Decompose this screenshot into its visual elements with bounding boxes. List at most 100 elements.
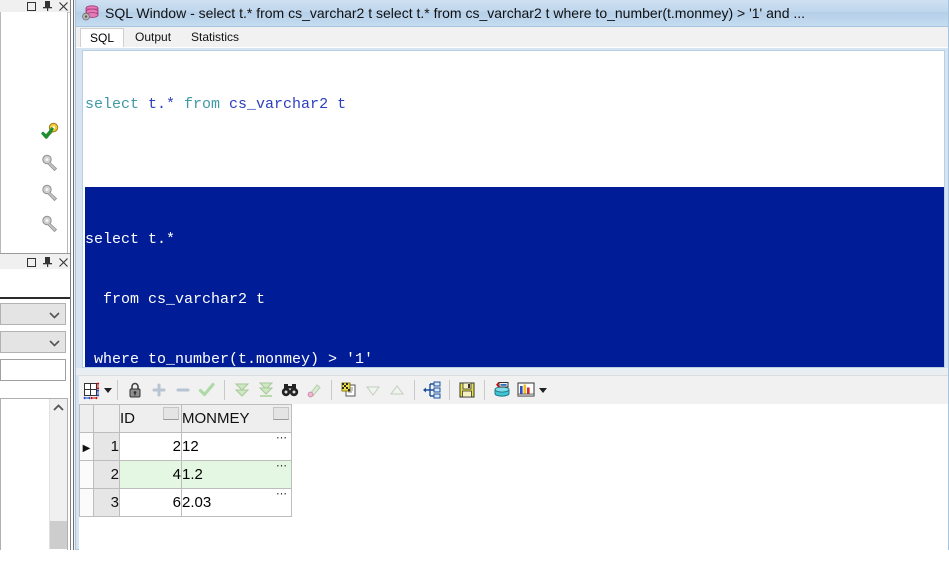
row-number: 1 <box>93 432 120 461</box>
sql-keyword: from <box>175 96 221 113</box>
pin-icon[interactable] <box>42 257 52 267</box>
column-resize-grip[interactable] <box>163 407 179 420</box>
sql-identifier: cs_varchar2 t <box>220 96 347 113</box>
lock-icon[interactable] <box>123 378 147 402</box>
cell-value: 2.03 <box>182 494 212 511</box>
row-marker: ▶ <box>79 432 94 461</box>
restore-icon[interactable] <box>26 257 36 267</box>
vertical-splitter[interactable] <box>70 0 74 550</box>
fetch-next-icon <box>230 378 254 402</box>
chart-icon[interactable] <box>514 378 538 402</box>
panel-a-dock-buttons <box>26 0 68 12</box>
cell-editor-button[interactable]: ⋯ <box>276 461 288 472</box>
cell-editor-button[interactable]: ⋯ <box>276 433 288 444</box>
result-grid[interactable]: ID MONMEY ▶ 1 2 12 ⋯ 2 4 1.2 ⋯ 3 6 2.03 … <box>79 404 948 570</box>
toolbar-separator <box>449 380 450 400</box>
tree-view-icon[interactable] <box>420 378 444 402</box>
panel-b-dock-buttons <box>26 256 68 268</box>
left-textbox[interactable] <box>0 359 66 381</box>
sql-editor[interactable]: select t.* from cs_varchar2 t select t.*… <box>82 50 945 368</box>
column-header-id[interactable]: ID <box>119 404 182 433</box>
left-combo-2[interactable] <box>0 331 66 353</box>
pin-icon[interactable] <box>42 1 52 11</box>
sql-identifier: t.* <box>139 96 176 113</box>
result-grid-table: ID MONMEY ▶ 1 2 12 ⋯ 2 4 1.2 ⋯ 3 6 2.03 … <box>79 404 292 517</box>
table-row[interactable]: 3 6 2.03 ⋯ <box>79 488 292 517</box>
primary-key-icon[interactable] <box>39 120 61 142</box>
key-icon[interactable] <box>39 152 61 174</box>
code-line-1: select t.* from cs_varchar2 t <box>85 95 944 115</box>
grid-layout-icon[interactable] <box>79 378 103 402</box>
tab-statistics[interactable]: Statistics <box>182 28 249 47</box>
cell-monmey[interactable]: 12 ⋯ <box>181 432 292 461</box>
cell-editor-button[interactable]: ⋯ <box>276 489 288 500</box>
left-panel-a-body[interactable] <box>0 12 68 257</box>
sql-identifier: to_number(t.monmey) > '1' <box>139 351 374 368</box>
grid-toolbar <box>79 375 948 404</box>
sql-window-title: SQL Window - select t.* from cs_varchar2… <box>105 5 806 21</box>
tab-sql[interactable]: SQL <box>80 28 125 47</box>
cell-value: 1.2 <box>182 466 203 483</box>
grid-layout-dropdown-icon[interactable] <box>103 378 112 402</box>
toolbar-separator <box>224 380 225 400</box>
export-data-icon[interactable] <box>490 378 514 402</box>
key-icon[interactable] <box>39 213 61 235</box>
table-row[interactable]: ▶ 1 2 12 ⋯ <box>79 432 292 461</box>
row-number: 3 <box>93 488 120 517</box>
sql-window-titlebar[interactable]: SQL Window - select t.* from cs_varchar2… <box>76 0 948 27</box>
sql-keyword: from <box>85 291 140 308</box>
left-combo-1[interactable] <box>0 303 66 325</box>
tab-output[interactable]: Output <box>126 28 181 47</box>
table-header-row: ID MONMEY <box>79 404 292 433</box>
sql-keyword: where <box>85 351 140 368</box>
close-icon[interactable] <box>58 257 68 267</box>
scroll-up-icon[interactable] <box>50 399 67 416</box>
sql-window: SQL Window - select t.* from cs_varchar2… <box>75 0 949 570</box>
chart-dropdown-icon[interactable] <box>538 378 547 402</box>
column-header-monmey[interactable]: MONMEY <box>181 404 292 433</box>
toolbar-separator <box>331 380 332 400</box>
close-icon[interactable] <box>58 1 68 11</box>
sql-identifier: cs_varchar2 t <box>139 291 266 308</box>
left-dock-zone <box>0 0 70 550</box>
plus-icon <box>147 378 171 402</box>
cell-id[interactable]: 4 <box>119 460 182 489</box>
code-line-3: from cs_varchar2 t <box>85 290 944 310</box>
left-field-stack <box>0 303 70 381</box>
cell-monmey[interactable]: 2.03 ⋯ <box>181 488 292 517</box>
restore-icon[interactable] <box>26 1 36 11</box>
sql-keyword: select <box>85 96 140 113</box>
horizontal-splitter[interactable] <box>76 368 948 375</box>
highlight-icon <box>302 378 326 402</box>
left-panel-scrollbar[interactable] <box>49 399 67 549</box>
column-header-label: ID <box>120 410 135 427</box>
copy-to-clipboard-icon[interactable] <box>337 378 361 402</box>
find-icon[interactable] <box>278 378 302 402</box>
grid-corner-rownum <box>93 404 120 433</box>
database-icon <box>82 4 100 22</box>
cell-monmey[interactable]: 1.2 ⋯ <box>181 460 292 489</box>
fetch-last-icon <box>254 378 278 402</box>
application-root: SQL Window - select t.* from cs_varchar2… <box>0 0 949 570</box>
sql-identifier: t.* <box>139 231 176 248</box>
cell-id[interactable]: 6 <box>119 488 182 517</box>
left-panel-c-body <box>0 398 68 550</box>
grid-corner-marker <box>79 404 94 433</box>
table-row[interactable]: 2 4 1.2 ⋯ <box>79 460 292 489</box>
sql-selected-block: select t.* from cs_varchar2 t where to_n… <box>85 187 944 368</box>
toolbar-separator <box>414 380 415 400</box>
check-icon <box>195 378 219 402</box>
sql-keyword: select <box>85 231 140 248</box>
scrollbar-thumb[interactable] <box>50 521 67 549</box>
cell-id[interactable]: 2 <box>119 432 182 461</box>
tab-strip: SQL Output Statistics <box>76 27 948 48</box>
save-icon[interactable] <box>455 378 479 402</box>
row-number: 2 <box>93 460 120 489</box>
cell-value: 12 <box>182 438 199 455</box>
column-resize-grip[interactable] <box>273 407 289 420</box>
code-line-4: where to_number(t.monmey) > '1' <box>85 350 944 368</box>
key-icon[interactable] <box>39 182 61 204</box>
row-marker <box>79 488 94 517</box>
minus-icon <box>171 378 195 402</box>
left-panel-b-body <box>0 269 70 299</box>
